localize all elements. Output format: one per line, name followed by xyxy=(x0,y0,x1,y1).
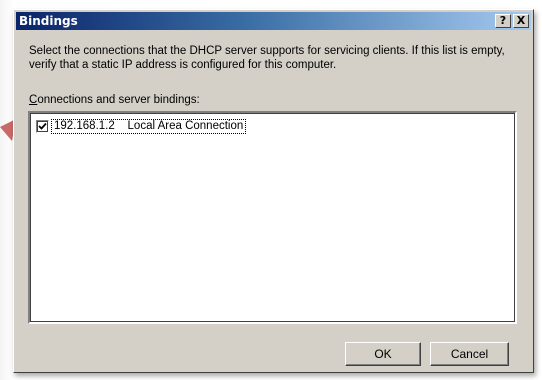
label-text: onnections and server bindings: xyxy=(37,94,200,106)
connections-label: Connections and server bindings: xyxy=(29,94,200,106)
cancel-button[interactable]: Cancel xyxy=(430,342,509,366)
list-item[interactable]: 192.168.1.2 Local Area Connection xyxy=(36,119,247,134)
binding-item-label: 192.168.1.2 Local Area Connection xyxy=(51,119,247,134)
title-bar[interactable]: Bindings ? X xyxy=(16,12,531,30)
ok-button[interactable]: OK xyxy=(345,342,421,366)
connections-listbox[interactable]: 192.168.1.2 Local Area Connection xyxy=(28,111,517,324)
dialog-title: Bindings xyxy=(19,14,78,28)
checkmark-icon xyxy=(38,122,47,130)
close-button[interactable]: X xyxy=(513,14,529,28)
bindings-dialog: Bindings ? X Select the connections that… xyxy=(13,9,534,373)
binding-checkbox[interactable] xyxy=(36,120,49,133)
description-text: Select the connections that the DHCP ser… xyxy=(29,45,505,71)
help-button[interactable]: ? xyxy=(495,14,511,28)
